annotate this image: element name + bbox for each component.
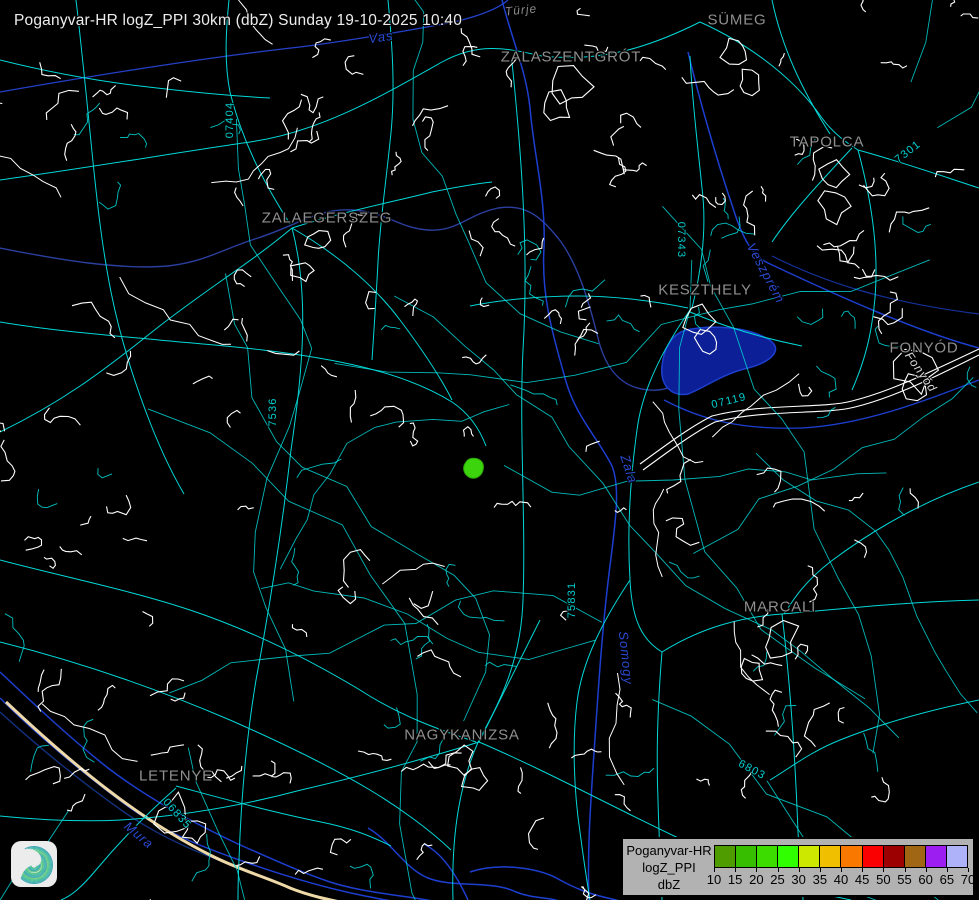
minor-roads: [0, 0, 979, 900]
legend-tick-label: 30: [791, 872, 805, 887]
legend-tick-label: 45: [855, 872, 869, 887]
legend-tick-label: 10: [707, 872, 721, 887]
legend-tick-label: 60: [918, 872, 932, 887]
legend-swatch: [820, 846, 841, 867]
radar-map-viewport: Poganyvar-HR logZ_PPI 30km (dbZ) Sunday …: [0, 0, 979, 900]
legend-tick-label: 15: [728, 872, 742, 887]
legend-tick-label: 35: [813, 872, 827, 887]
legend-swatch: [799, 846, 820, 867]
legend-swatch: [905, 846, 926, 867]
boundary-lines: [0, 207, 979, 872]
color-scale-legend: Poganyvar-HR logZ_PPI dbZ 10 15 20 25 30 35 40…: [621, 837, 975, 897]
legend-swatch: [863, 846, 884, 867]
legend-swatch: [715, 846, 736, 867]
legend-tick-label: 25: [770, 872, 784, 887]
legend-tick-label: 55: [897, 872, 911, 887]
radar-title: Poganyvar-HR logZ_PPI 30km (dbZ) Sunday …: [14, 12, 462, 30]
legend-tick-label: 20: [749, 872, 763, 887]
legend-unit: dbZ: [625, 876, 713, 893]
radar-echo-layer: [464, 458, 484, 478]
legend-caption: Poganyvar-HR logZ_PPI dbZ: [625, 842, 713, 893]
legend-swatches: [714, 845, 968, 868]
settlement-outlines: [0, 0, 978, 900]
legend-swatch: [926, 846, 947, 867]
base-map: [0, 0, 979, 900]
road-network: [0, 0, 979, 900]
legend-swatch: [947, 846, 967, 867]
legend-swatch: [884, 846, 905, 867]
legend-swatch: [841, 846, 862, 867]
radar-app-logo: [11, 841, 57, 887]
spiral-logo-icon: [11, 841, 57, 887]
legend-swatch: [736, 846, 757, 867]
legend-swatch: [757, 846, 778, 867]
legend-tick-label: 40: [834, 872, 848, 887]
legend-product: logZ_PPI: [625, 859, 713, 876]
radar-echo: [464, 458, 484, 478]
legend-tick-label: 70: [961, 872, 975, 887]
legend-tick-label: 50: [876, 872, 890, 887]
river-lines: [0, 0, 979, 900]
legend-swatch: [778, 846, 799, 867]
legend-station: Poganyvar-HR: [625, 842, 713, 859]
legend-tick-label: 65: [940, 872, 954, 887]
